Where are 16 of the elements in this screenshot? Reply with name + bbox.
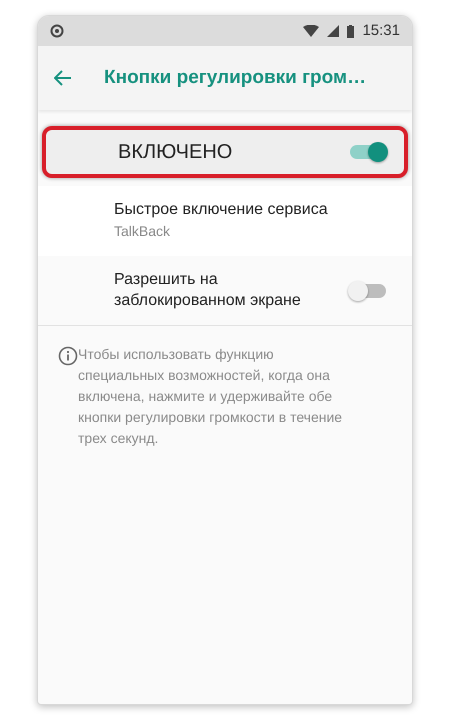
info-text: Чтобы использовать функцию специальных возможностей, когда она включена, нажмите и удерживайте обе кнопки регулировки громкости в течение трех секунд. xyxy=(78,345,344,448)
toggle-switch[interactable] xyxy=(350,284,386,298)
screen-title: Кнопки регулировки гром… xyxy=(104,66,366,90)
sync-icon xyxy=(50,24,64,38)
battery-icon xyxy=(347,24,354,38)
setting-title: Быстрое включение сервиса xyxy=(114,200,328,220)
back-arrow-icon[interactable] xyxy=(54,70,72,86)
wifi-icon xyxy=(303,25,320,37)
switch-label: ВКЛЮЧЕНО xyxy=(118,140,232,165)
info-icon xyxy=(58,346,78,366)
setting-title: Разрешить на заблокированном экране xyxy=(114,270,302,311)
signal-icon xyxy=(327,25,340,37)
setting-subtitle: TalkBack xyxy=(114,222,172,241)
master-switch-row[interactable]: ВКЛЮЧЕНО xyxy=(42,126,408,178)
master-toggle[interactable] xyxy=(350,145,386,159)
status-time: 15:31 xyxy=(362,20,400,41)
